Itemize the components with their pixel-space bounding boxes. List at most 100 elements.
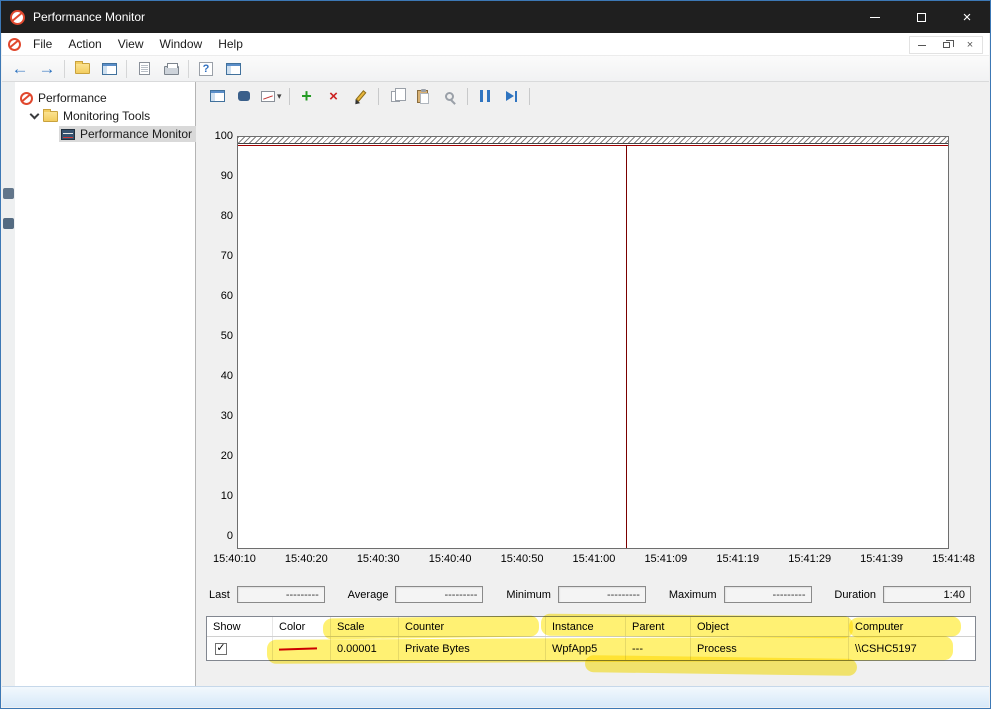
- background-artifact-icon: [3, 188, 14, 199]
- delete-x-icon: ×: [329, 87, 338, 105]
- last-value: ---------: [236, 586, 325, 603]
- mdi-window-controls: ×: [909, 36, 983, 54]
- forward-arrow-icon: →: [38, 59, 56, 78]
- console-window-icon: [225, 62, 241, 75]
- y-tick-label: 10: [220, 490, 233, 502]
- back-button[interactable]: ←: [10, 59, 30, 79]
- minimize-icon: [870, 16, 880, 18]
- maximize-icon: [916, 12, 926, 22]
- close-button[interactable]: ×: [944, 1, 990, 33]
- header-show[interactable]: Show: [207, 617, 273, 636]
- tree-item-performance-monitor[interactable]: Performance Monitor: [15, 125, 197, 143]
- minimum-value: ---------: [557, 586, 646, 603]
- main-toolbar: ← → ?: [2, 56, 989, 82]
- x-tick-label: 15:41:00: [572, 553, 616, 565]
- cell-show: [207, 637, 273, 660]
- y-tick-label: 20: [220, 450, 233, 462]
- x-tick-label: 15:40:10: [213, 553, 256, 565]
- toolbar-separator: [188, 59, 189, 78]
- x-tick-label: 15:41:39: [860, 553, 903, 565]
- average-value: ---------: [395, 586, 484, 603]
- highlight-pen-icon: [355, 90, 366, 102]
- maximize-button[interactable]: [898, 1, 944, 33]
- help-button[interactable]: ?: [196, 59, 216, 79]
- stats-strip: Last --------- Average --------- Minimum…: [209, 586, 971, 603]
- up-one-level-button[interactable]: [72, 59, 92, 79]
- add-counter-button[interactable]: +: [297, 86, 317, 106]
- print-button[interactable]: [161, 59, 181, 79]
- dropdown-caret-icon: ▾: [277, 90, 282, 101]
- tree-item-label: Performance: [38, 91, 107, 105]
- y-tick-label: 80: [220, 210, 233, 222]
- x-tick-label: 15:41:29: [788, 553, 832, 565]
- copy-properties-button[interactable]: [386, 86, 407, 106]
- show-checkbox[interactable]: [215, 642, 227, 655]
- selected-tree-item[interactable]: Performance Monitor: [59, 126, 197, 142]
- x-tick-label: 15:40:40: [428, 553, 472, 565]
- mdi-close-button[interactable]: ×: [958, 37, 982, 53]
- chevron-down-icon[interactable]: [29, 109, 40, 119]
- export-list-button[interactable]: [134, 59, 154, 79]
- mdi-restore-button[interactable]: [934, 37, 958, 53]
- minimize-button[interactable]: [852, 1, 898, 33]
- change-graph-type-button[interactable]: ▾: [261, 86, 282, 106]
- mdi-minimize-button[interactable]: [910, 37, 934, 53]
- restore-icon: [942, 40, 954, 48]
- printer-icon: [163, 63, 179, 75]
- status-bar: [2, 686, 989, 707]
- highlighter-stroke: [540, 613, 854, 639]
- y-tick-label: 40: [220, 370, 233, 382]
- last-label: Last: [209, 588, 230, 601]
- y-tick-label: 60: [220, 290, 233, 302]
- highlight-button[interactable]: [351, 86, 371, 106]
- y-tick-label: 0: [226, 530, 233, 542]
- highlighter-stroke: [848, 616, 962, 638]
- duration-value: 1:40: [882, 586, 971, 603]
- toolbar-separator: [126, 59, 127, 78]
- average-label: Average: [347, 588, 389, 601]
- close-icon: ×: [962, 8, 972, 26]
- toolbar-separator: [288, 87, 290, 105]
- folder-up-icon: [74, 61, 90, 74]
- view-current-activity-button[interactable]: [207, 86, 227, 106]
- left-gutter: [2, 82, 15, 686]
- y-tick-label: 70: [220, 250, 233, 262]
- menu-file[interactable]: File: [25, 34, 60, 54]
- menu-window[interactable]: Window: [152, 34, 211, 54]
- tree-item-label: Monitoring Tools: [63, 109, 151, 123]
- minimize-icon: [918, 44, 926, 46]
- menu-action[interactable]: Action: [60, 34, 109, 54]
- new-window-button[interactable]: [223, 59, 243, 79]
- back-arrow-icon: ←: [11, 59, 29, 78]
- highlighter-stroke: [584, 655, 858, 676]
- menu-view[interactable]: View: [110, 34, 152, 54]
- close-icon: ×: [966, 39, 974, 51]
- show-console-tree-button[interactable]: [99, 59, 119, 79]
- update-data-button[interactable]: [502, 86, 522, 106]
- highlighter-stroke: [322, 615, 540, 640]
- log-data-icon: [238, 91, 250, 101]
- paste-counter-list-button[interactable]: [413, 86, 433, 106]
- performance-monitor-icon: [61, 128, 75, 140]
- tree-item-monitoring-tools[interactable]: Monitoring Tools: [15, 107, 195, 125]
- tree-item-performance-root[interactable]: Performance: [15, 89, 195, 107]
- current-activity-icon: [209, 90, 225, 102]
- performance-monitor-pane: ▾ + × 100 90 80 70 60 50 40 30 20 10 0 1…: [197, 82, 989, 686]
- graph-type-icon: [261, 90, 275, 102]
- view-log-data-button[interactable]: [234, 86, 254, 106]
- chart-top-hatch: [238, 137, 948, 144]
- toolbar-separator: [377, 87, 379, 105]
- performance-monitor-window: Performance Monitor × File Action View W…: [0, 0, 991, 709]
- duration-label: Duration: [834, 588, 876, 601]
- step-forward-icon: [506, 90, 518, 102]
- x-tick-label: 15:41:48: [932, 553, 975, 565]
- delete-counter-button[interactable]: ×: [324, 86, 344, 106]
- freeze-display-button[interactable]: [475, 86, 495, 106]
- performance-icon: [20, 91, 33, 105]
- x-tick-label: 15:40:50: [500, 553, 544, 565]
- zoom-button[interactable]: [440, 86, 460, 106]
- menu-bar: File Action View Window Help ×: [2, 33, 989, 56]
- forward-button[interactable]: →: [37, 59, 57, 79]
- maximum-label: Maximum: [668, 588, 717, 601]
- menu-help[interactable]: Help: [210, 34, 251, 54]
